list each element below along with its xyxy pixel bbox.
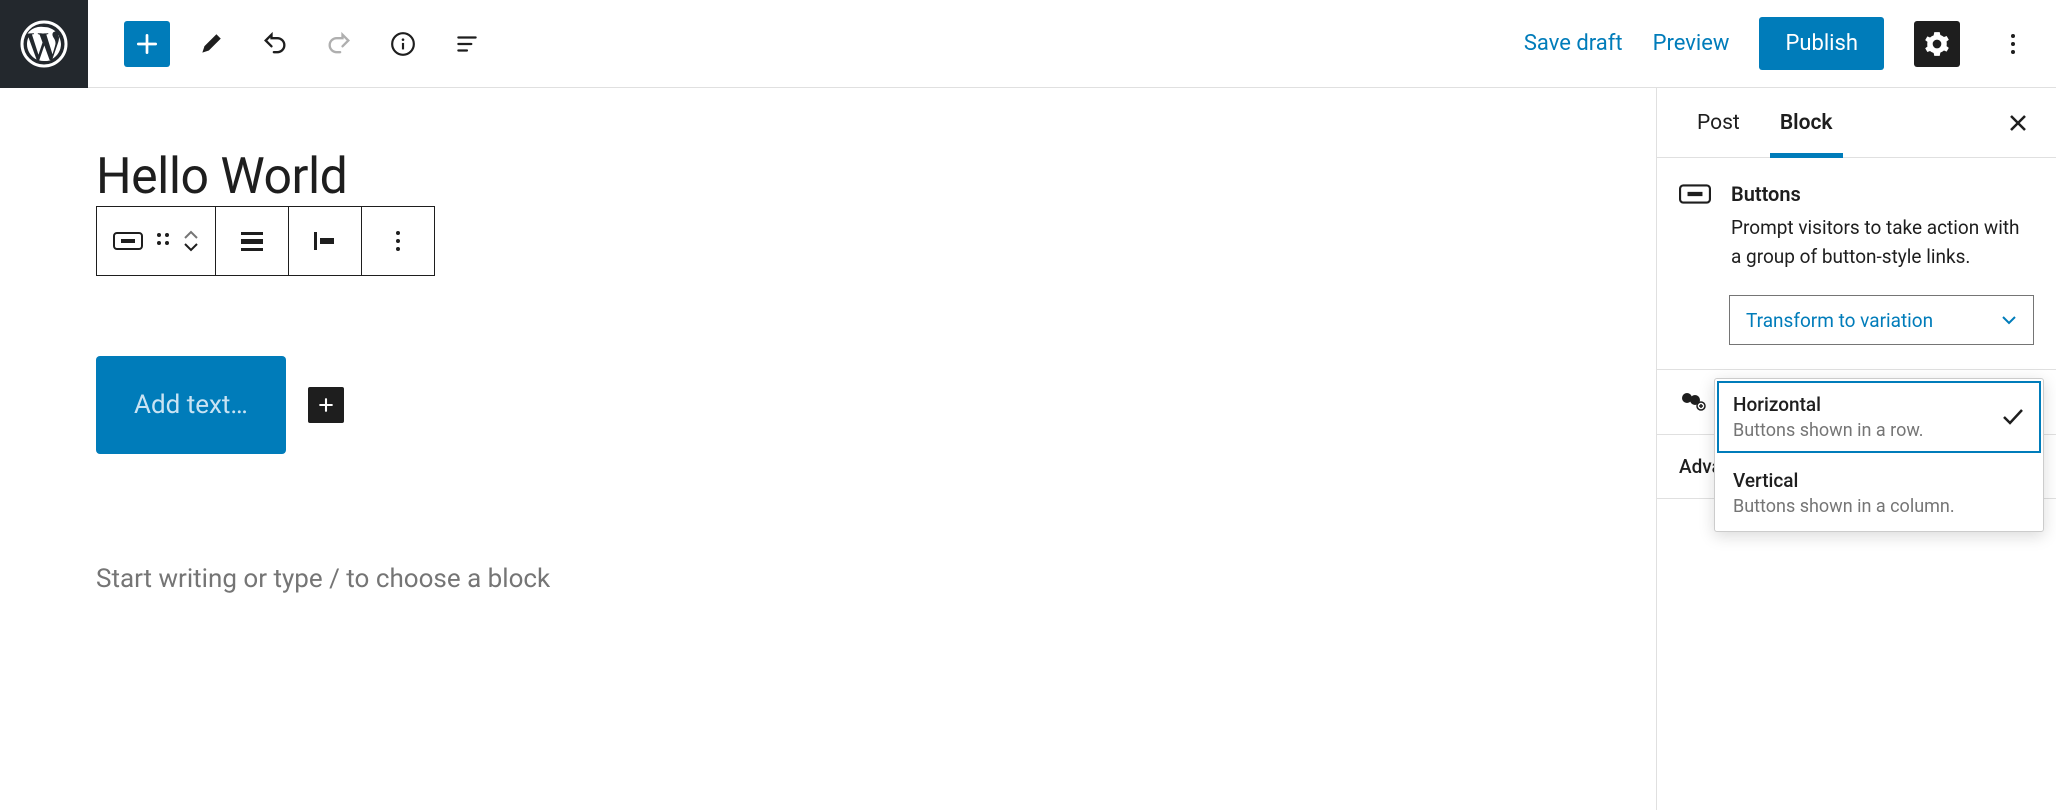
settings-button[interactable] [1914, 21, 1960, 67]
undo-icon [261, 30, 289, 58]
plus-icon [316, 395, 336, 415]
editor-topbar: Save draft Preview Publish [0, 0, 2056, 88]
variation-option-horizontal[interactable]: Horizontal Buttons shown in a row. [1715, 379, 2043, 455]
block-toolbar [96, 206, 435, 276]
transform-variation-select[interactable]: Transform to variation [1729, 295, 2034, 345]
block-description: Prompt visitors to take action with a gr… [1731, 214, 2034, 271]
drag-handle[interactable] [149, 207, 177, 275]
option-desc: Buttons shown in a column. [1733, 496, 2025, 517]
dots-vertical-icon [2010, 32, 2016, 56]
block-more-button[interactable] [362, 207, 434, 275]
plus-icon [134, 31, 160, 57]
sidebar-tabs: Post Block [1657, 88, 2056, 158]
close-sidebar-button[interactable] [2000, 105, 2036, 141]
paragraph-placeholder[interactable]: Start writing or type / to choose a bloc… [96, 564, 900, 594]
redo-icon [325, 30, 353, 58]
topbar-actions: Save draft Preview Publish [1524, 17, 2056, 70]
editor-body: Hello World [0, 88, 2056, 810]
undo-button[interactable] [252, 21, 298, 67]
button-block-item[interactable]: Add text… [96, 356, 286, 454]
list-icon [454, 31, 480, 57]
preview-link[interactable]: Preview [1653, 31, 1730, 56]
transform-label: Transform to variation [1746, 309, 1933, 332]
check-icon [2001, 407, 2025, 427]
chevron-down-icon [183, 242, 199, 252]
dots-vertical-icon [395, 229, 401, 253]
publish-button[interactable]: Publish [1759, 17, 1884, 70]
block-name: Buttons [1731, 182, 2034, 206]
list-view-button[interactable] [444, 21, 490, 67]
block-info-panel: Buttons Prompt visitors to take action w… [1657, 158, 2056, 370]
justify-button[interactable] [289, 207, 361, 275]
redo-button[interactable] [316, 21, 362, 67]
align-icon [239, 230, 265, 252]
chevron-down-icon [2001, 315, 2017, 325]
align-button[interactable] [216, 207, 288, 275]
wordpress-icon [20, 20, 68, 68]
justify-left-icon [312, 230, 338, 252]
post-title[interactable]: Hello World [96, 148, 900, 206]
option-title: Vertical [1733, 469, 2025, 492]
buttons-block: Add text… [96, 356, 900, 454]
buttons-block-icon [1679, 182, 1711, 271]
add-block-button[interactable] [124, 21, 170, 67]
save-draft-link[interactable]: Save draft [1524, 31, 1623, 56]
styles-icon [1679, 390, 1707, 414]
more-options-button[interactable] [1990, 21, 2036, 67]
gear-icon [1924, 31, 1950, 57]
option-title: Horizontal [1733, 393, 2001, 416]
buttons-block-icon [113, 232, 143, 250]
tab-block[interactable]: Block [1760, 88, 1853, 157]
editor-canvas[interactable]: Hello World [0, 88, 1656, 810]
chevron-up-icon [183, 230, 199, 240]
settings-sidebar: Post Block Buttons Prompt visitors to ta… [1656, 88, 2056, 810]
wordpress-logo[interactable] [0, 0, 88, 88]
close-icon [2008, 113, 2028, 133]
topbar-tools [88, 21, 490, 67]
drag-icon [155, 229, 171, 253]
variation-dropdown: Horizontal Buttons shown in a row. Verti… [1714, 378, 2044, 532]
mover-buttons[interactable] [177, 207, 205, 275]
tab-post[interactable]: Post [1677, 88, 1760, 157]
info-icon [390, 31, 416, 57]
block-type-button[interactable] [107, 207, 149, 275]
inline-add-button[interactable] [308, 387, 344, 423]
option-desc: Buttons shown in a row. [1733, 420, 2001, 441]
variation-option-vertical[interactable]: Vertical Buttons shown in a column. [1715, 455, 2043, 531]
pencil-icon [198, 31, 224, 57]
edit-mode-button[interactable] [188, 21, 234, 67]
info-button[interactable] [380, 21, 426, 67]
